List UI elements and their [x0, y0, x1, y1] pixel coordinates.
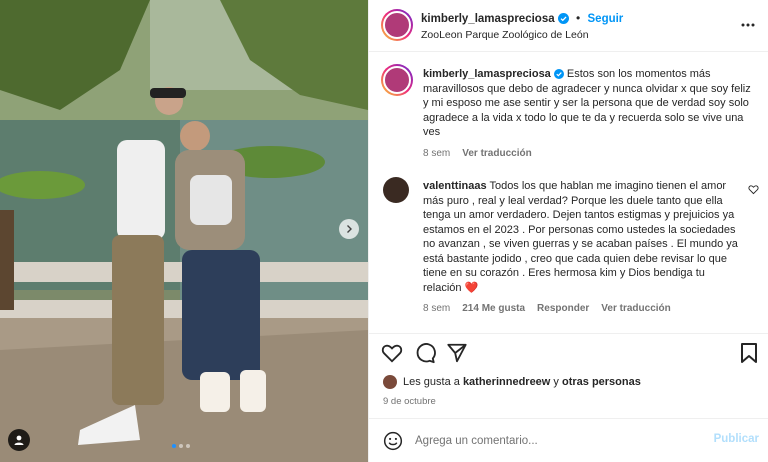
verified-icon — [557, 13, 569, 24]
post-image — [0, 0, 368, 462]
likes-prefix: Les gusta a — [403, 376, 460, 388]
caption-translate-link[interactable]: Ver traducción — [462, 148, 531, 159]
header-separator: • — [575, 11, 581, 25]
comment-input[interactable] — [415, 431, 695, 451]
caption-author[interactable]: kimberly_lamaspreciosa — [423, 68, 551, 80]
comment-icon[interactable] — [414, 342, 436, 364]
comment-like-icon[interactable] — [748, 184, 759, 195]
comment-text: Todos los que hablan me imagino tienen e… — [423, 180, 738, 294]
author-username[interactable]: kimberly_lamaspreciosa — [421, 13, 555, 25]
follow-button[interactable]: Seguir — [588, 13, 624, 25]
chevron-right-icon — [347, 225, 352, 233]
comments-section: kimberly_lamaspreciosa Estos son los mom… — [369, 53, 768, 325]
carousel-dot — [172, 444, 176, 448]
action-bar — [369, 333, 768, 373]
caption-author-avatar[interactable] — [381, 64, 413, 96]
comment-likes-count[interactable]: 214 Me gusta — [462, 303, 525, 314]
verified-icon — [553, 69, 564, 79]
comment-author[interactable]: valenttinaas — [423, 180, 487, 192]
carousel-indicator — [172, 444, 190, 448]
comment: valenttinaas Todos los que hablan me ima… — [423, 179, 741, 314]
post-date[interactable]: 9 de octubre — [383, 396, 436, 407]
location-link[interactable]: ZooLeon Parque Zoológico de León — [421, 29, 589, 41]
comment-time[interactable]: 8 sem — [423, 303, 450, 314]
carousel-dot — [179, 444, 183, 448]
others-link[interactable]: otras personas — [562, 376, 641, 388]
liker-avatar — [383, 375, 397, 389]
add-comment-bar: Publicar — [369, 418, 768, 462]
user-tag-icon — [14, 435, 24, 445]
emoji-icon[interactable] — [383, 431, 403, 451]
heart-icon[interactable] — [381, 342, 403, 364]
commenter-avatar[interactable] — [383, 177, 409, 203]
share-icon[interactable] — [446, 342, 468, 364]
next-slide-button[interactable] — [339, 219, 359, 239]
post-header: kimberly_lamaspreciosa • Seguir ZooLeon … — [369, 0, 768, 52]
carousel-dot — [186, 444, 190, 448]
reply-button[interactable]: Responder — [537, 303, 589, 314]
post-details-panel: kimberly_lamaspreciosa • Seguir ZooLeon … — [368, 0, 768, 462]
comment-translate-link[interactable]: Ver traducción — [601, 303, 670, 314]
caption-time[interactable]: 8 sem — [423, 148, 450, 159]
comment-emoji: ❤️ — [464, 281, 479, 294]
bookmark-icon[interactable] — [739, 342, 759, 364]
caption: kimberly_lamaspreciosa Estos son los mom… — [423, 67, 753, 159]
liker-username[interactable]: katherinnedreew — [463, 376, 550, 388]
more-icon[interactable] — [741, 18, 755, 32]
likes-summary: Les gusta a katherinnedreew y otras pers… — [383, 375, 641, 389]
author-avatar[interactable] — [381, 9, 413, 41]
post-photo[interactable] — [0, 0, 368, 462]
likes-connector: y — [553, 376, 559, 388]
tagged-users-button[interactable] — [8, 429, 30, 451]
publish-button[interactable]: Publicar — [714, 433, 759, 445]
